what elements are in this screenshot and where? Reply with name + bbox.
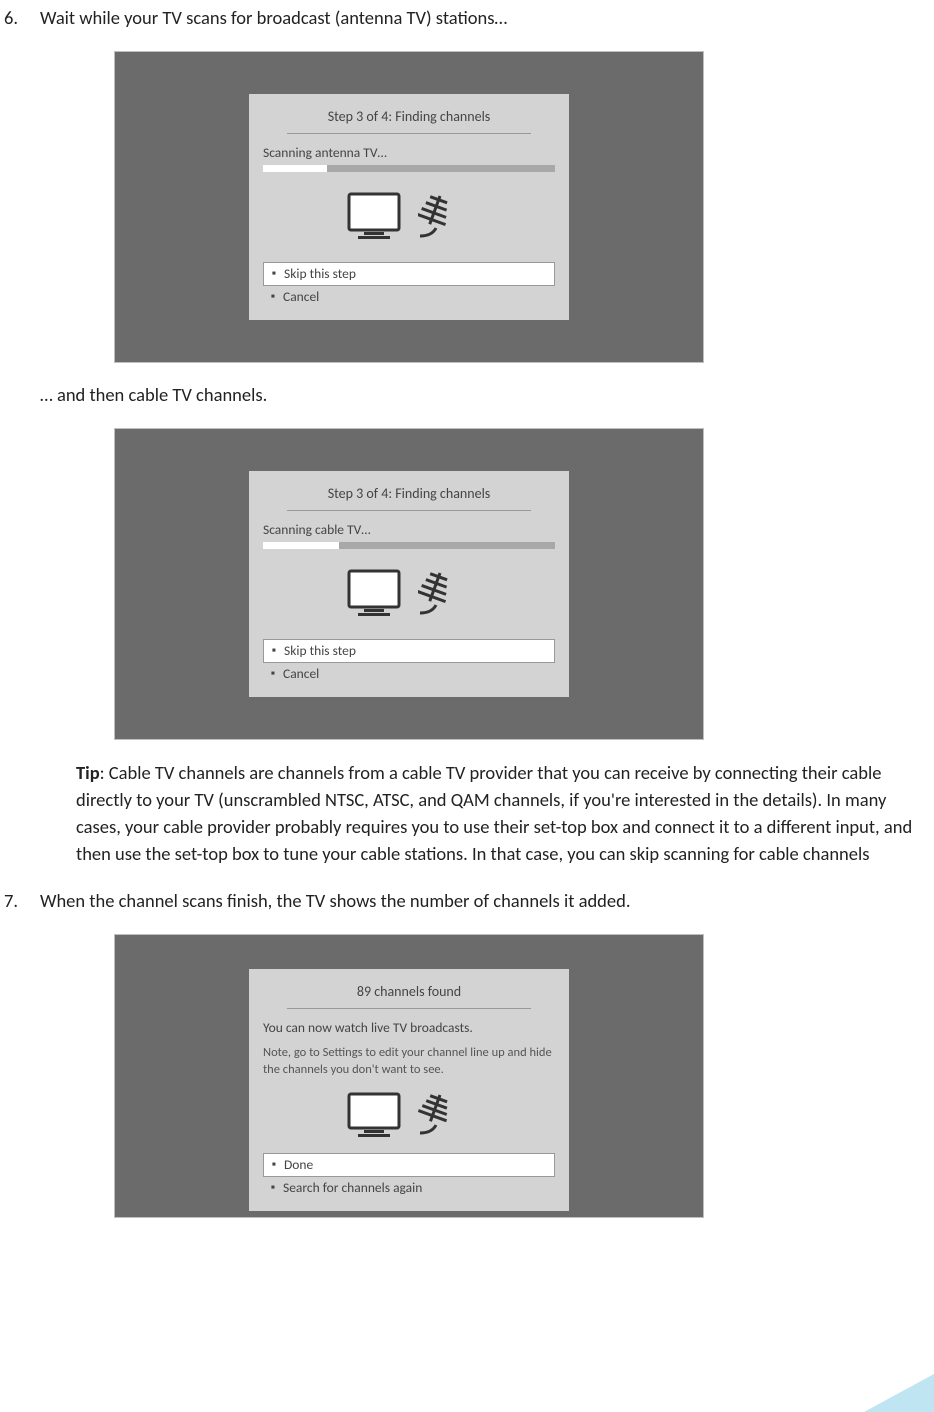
done-label: Done: [284, 1156, 313, 1174]
scanning-label: Scanning antenna TV…: [263, 144, 555, 162]
progress-fill: [263, 542, 339, 549]
bullet-icon: ▪: [263, 1180, 283, 1196]
search-again-label: Search for channels again: [283, 1179, 422, 1197]
dialog-title: 89 channels found: [287, 979, 531, 1009]
dialog-finding-channels-cable: Step 3 of 4: Finding channels Scanning c…: [249, 471, 569, 697]
channels-found-note: Note, go to Settings to edit your channe…: [263, 1045, 555, 1079]
cancel-button[interactable]: ▪ Cancel: [263, 286, 555, 308]
tip-text: : Cable TV channels are channels from a …: [76, 761, 912, 864]
step-6-continuation: … and then cable TV channels.: [4, 383, 930, 408]
step-6-number: 6.: [4, 6, 40, 31]
tv-antenna-illustration: [263, 1091, 555, 1141]
progress-bar: [263, 165, 555, 172]
bullet-icon: ▪: [264, 643, 284, 659]
step-7: 7. When the channel scans finish, the TV…: [4, 889, 930, 914]
dialog-title: Step 3 of 4: Finding channels: [287, 104, 531, 134]
scanning-label: Scanning cable TV…: [263, 521, 555, 539]
dialog-title: Step 3 of 4: Finding channels: [287, 481, 531, 511]
bullet-icon: ▪: [263, 289, 283, 305]
search-again-button[interactable]: ▪ Search for channels again: [263, 1177, 555, 1199]
tip-label: Tip: [76, 761, 100, 784]
page-corner-decoration: [864, 1374, 934, 1412]
skip-this-step-button[interactable]: ▪ Skip this step: [263, 639, 555, 663]
skip-this-step-button[interactable]: ▪ Skip this step: [263, 262, 555, 286]
dialog-finding-channels-antenna: Step 3 of 4: Finding channels Scanning a…: [249, 94, 569, 320]
progress-bar: [263, 542, 555, 549]
bullet-icon: ▪: [264, 266, 284, 282]
screenshot-antenna-scan: Step 3 of 4: Finding channels Scanning a…: [114, 51, 704, 363]
tip-paragraph: Tip: Cable TV channels are channels from…: [4, 760, 930, 867]
cancel-label: Cancel: [283, 288, 319, 306]
dialog-channels-found: 89 channels found You can now watch live…: [249, 969, 569, 1211]
skip-label: Skip this step: [284, 265, 356, 283]
tv-antenna-illustration: [263, 567, 555, 621]
progress-fill: [263, 165, 327, 172]
step-7-text: When the channel scans finish, the TV sh…: [40, 889, 930, 914]
cancel-button[interactable]: ▪ Cancel: [263, 663, 555, 685]
cancel-label: Cancel: [283, 665, 319, 683]
step-6-text: Wait while your TV scans for broadcast (…: [40, 6, 930, 31]
bullet-icon: ▪: [264, 1157, 284, 1173]
tv-antenna-illustration: [263, 190, 555, 244]
bullet-icon: ▪: [263, 666, 283, 682]
step-6: 6. Wait while your TV scans for broadcas…: [4, 6, 930, 31]
done-button[interactable]: ▪ Done: [263, 1153, 555, 1177]
skip-label: Skip this step: [284, 642, 356, 660]
channels-found-description: You can now watch live TV broadcasts.: [263, 1019, 555, 1037]
step-7-number: 7.: [4, 889, 40, 914]
screenshot-channels-found: 89 channels found You can now watch live…: [114, 934, 704, 1218]
screenshot-cable-scan: Step 3 of 4: Finding channels Scanning c…: [114, 428, 704, 740]
